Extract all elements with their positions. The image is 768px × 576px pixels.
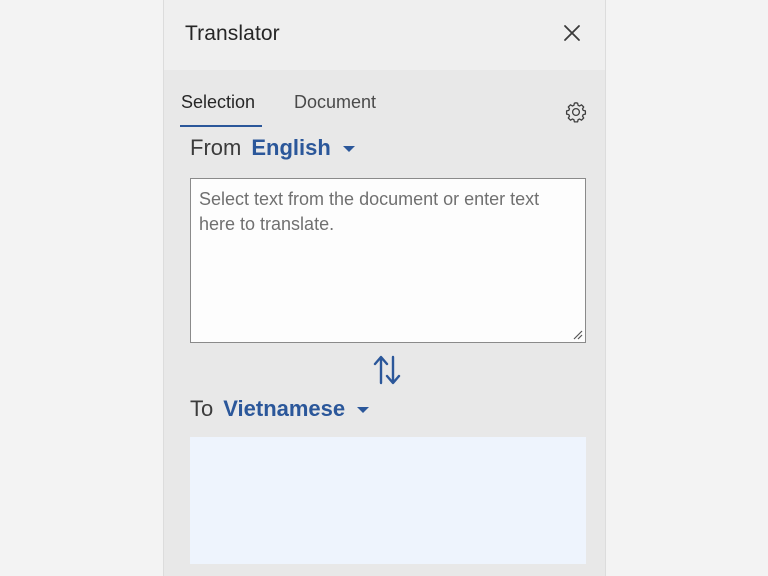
active-tab-indicator bbox=[180, 125, 262, 127]
settings-button[interactable] bbox=[564, 100, 588, 124]
from-label: From bbox=[190, 135, 242, 160]
tab-selection[interactable]: Selection bbox=[181, 92, 255, 113]
document-background-left bbox=[0, 0, 163, 576]
from-language-dropdown[interactable]: English bbox=[251, 135, 330, 161]
to-language-row: To Vietnamese bbox=[190, 395, 370, 423]
translation-output-box bbox=[190, 437, 586, 564]
close-icon bbox=[564, 25, 580, 41]
swap-arrows-icon bbox=[373, 355, 401, 385]
document-background-right bbox=[606, 0, 768, 576]
to-label: To bbox=[190, 396, 214, 421]
translator-pane: Translator Selection Document From Engli… bbox=[163, 0, 606, 576]
tab-document[interactable]: Document bbox=[294, 92, 376, 113]
pane-header: Translator bbox=[164, 0, 605, 70]
from-language-row: From English bbox=[190, 134, 355, 162]
swap-languages-button[interactable] bbox=[372, 354, 402, 386]
resize-grip-icon[interactable] bbox=[571, 328, 583, 340]
close-button[interactable] bbox=[560, 21, 584, 45]
chevron-down-icon[interactable] bbox=[357, 407, 370, 413]
to-language-dropdown[interactable]: Vietnamese bbox=[223, 396, 345, 422]
source-text-input[interactable] bbox=[191, 179, 585, 342]
chevron-down-icon[interactable] bbox=[342, 146, 355, 152]
gear-icon bbox=[565, 102, 587, 123]
pane-title: Translator bbox=[185, 22, 280, 45]
source-text-box bbox=[190, 178, 586, 343]
